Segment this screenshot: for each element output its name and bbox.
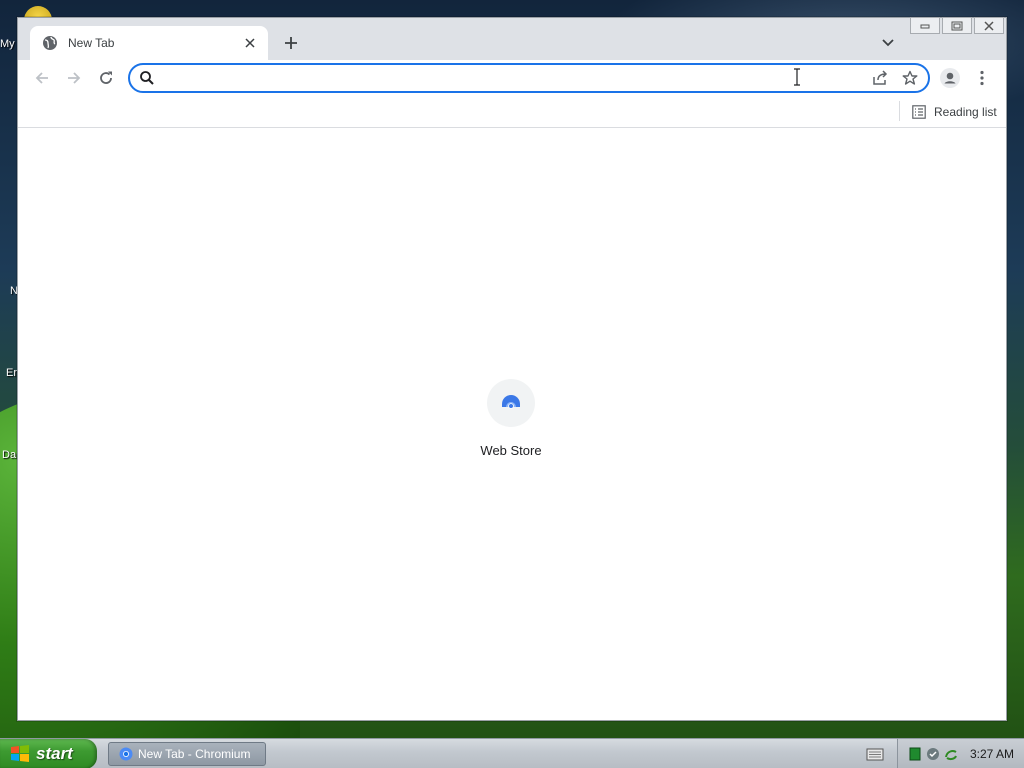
tab-new-tab[interactable]: New Tab [30,26,268,60]
shortcut-label: Web Store [480,443,542,458]
back-button[interactable] [30,66,54,90]
clock[interactable]: 3:27 AM [970,747,1014,761]
share-icon[interactable] [868,66,892,90]
minimize-button[interactable] [910,17,940,34]
minimize-icon [920,23,930,29]
new-tab-button[interactable] [280,32,302,54]
chevron-down-icon [882,39,894,47]
close-window-button[interactable] [974,17,1004,34]
keyboard-icon[interactable] [866,746,884,762]
bookmarks-separator [899,101,900,121]
network-icon[interactable] [908,747,922,761]
start-label: start [36,744,73,763]
taskbar-item-chromium[interactable]: New Tab - Chromium [108,742,266,766]
windows-flag-icon [10,744,30,764]
address-input[interactable] [163,66,868,90]
menu-button[interactable] [970,66,994,90]
arrow-left-icon [34,70,50,86]
reading-list-icon [912,105,926,119]
bookmarks-bar: Reading list [18,96,1006,128]
reload-icon [98,70,114,86]
star-icon[interactable] [898,66,922,90]
tab-title: New Tab [68,36,115,50]
shortcut-tile [487,379,535,427]
reading-list-label: Reading list [934,105,997,119]
kebab-menu-icon [980,70,984,86]
close-icon[interactable] [242,35,258,51]
address-bar[interactable] [128,63,930,93]
desktop-icon-label[interactable]: My [0,38,18,50]
browser-toolbar [18,60,1006,96]
search-icon [139,70,155,86]
security-shield-icon[interactable] [926,747,940,761]
shortcut-web-store[interactable]: Web Store [471,379,551,458]
reload-button[interactable] [94,66,118,90]
chromium-icon [119,747,133,761]
tab-search-button[interactable] [877,32,899,54]
new-tab-page: Web Store [18,129,1006,720]
plus-icon [284,36,298,50]
start-button[interactable]: start [0,739,97,768]
window-controls [910,17,1004,34]
arrow-right-icon [66,70,82,86]
system-tray: 3:27 AM [897,739,1024,768]
reading-list-button[interactable]: Reading list [908,101,1001,123]
taskbar: start New Tab - Chromium 3:27 AM [0,738,1024,768]
restore-icon [951,21,963,31]
profile-button[interactable] [938,66,962,90]
forward-button[interactable] [62,66,86,90]
taskbar-item-label: New Tab - Chromium [138,747,251,761]
update-icon[interactable] [944,747,958,761]
close-icon [983,20,995,31]
text-cursor-icon [793,68,801,86]
globe-icon [42,35,58,51]
restore-button[interactable] [942,17,972,34]
web-store-icon [501,393,521,413]
browser-window: New Tab Reading list Web Store [17,17,1007,721]
tab-strip: New Tab [18,17,1006,60]
profile-icon [940,68,960,88]
